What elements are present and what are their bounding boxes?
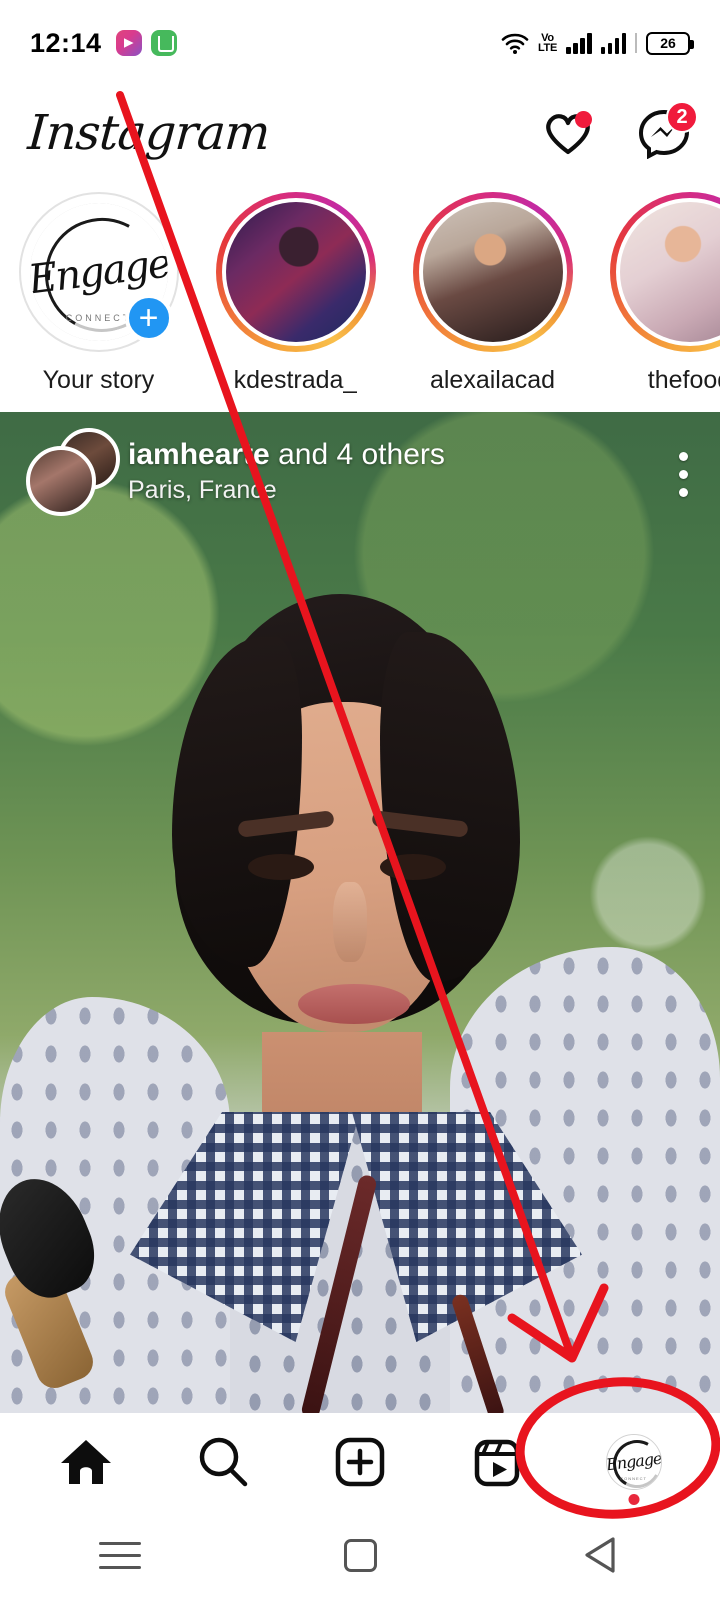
- header-actions: 2: [540, 105, 692, 161]
- status-bar-app-icons: [116, 30, 177, 56]
- nav-search[interactable]: [173, 1422, 273, 1502]
- story-inner: [616, 198, 720, 346]
- collab-avatars[interactable]: [26, 428, 124, 514]
- status-bar-indicators: VoLTE 26: [501, 31, 690, 55]
- nav-profile[interactable]: Engage CONNECT: [584, 1422, 684, 1502]
- your-story-ring: Engage CONNECT +: [19, 192, 179, 352]
- nav-reels[interactable]: [447, 1422, 547, 1502]
- messages-button[interactable]: 2: [636, 105, 692, 161]
- post-location[interactable]: Paris, France: [128, 476, 445, 505]
- story-alexailacad[interactable]: alexailacad: [394, 192, 591, 395]
- signal-icon: [601, 32, 627, 54]
- post-author-rest: and 4 others: [270, 438, 445, 471]
- story-ring: [216, 192, 376, 352]
- status-bar-clock: 12:14: [30, 28, 102, 59]
- thefood-avatar: [620, 202, 720, 342]
- system-navigation-bar: [0, 1510, 720, 1600]
- signal-icon: [566, 32, 592, 54]
- post-author-line[interactable]: iamhearte and 4 others: [128, 438, 445, 472]
- home-icon: [57, 1433, 115, 1491]
- profile-notification-dot: [628, 1494, 639, 1505]
- story-ring: [413, 192, 573, 352]
- nav-create[interactable]: [310, 1422, 410, 1502]
- post-author-primary[interactable]: iamhearte: [128, 438, 270, 471]
- story-inner: [419, 198, 567, 346]
- search-icon: [194, 1433, 252, 1491]
- add-story-button[interactable]: +: [125, 294, 173, 342]
- kdestrada-avatar: [226, 202, 366, 342]
- bottom-navigation: Engage CONNECT: [0, 1413, 720, 1510]
- feed-post[interactable]: iamhearte and 4 others Paris, France: [0, 412, 720, 1417]
- battery-percent: 26: [660, 35, 676, 51]
- status-divider: [635, 33, 637, 53]
- messages-badge: 2: [666, 101, 698, 133]
- story-label: thefood: [648, 366, 720, 395]
- status-bar: 12:14 VoLTE 26: [0, 0, 720, 86]
- story-label: Your story: [43, 366, 155, 395]
- system-recents-button[interactable]: [60, 1525, 180, 1585]
- home-square-icon: [344, 1539, 377, 1572]
- stories-tray[interactable]: Engage CONNECT + Your story kdestrada_ a…: [0, 180, 720, 412]
- alexailacad-avatar: [423, 202, 563, 342]
- story-label: kdestrada_: [234, 366, 358, 395]
- story-ring: [610, 192, 720, 352]
- activity-unread-dot: [575, 111, 592, 128]
- battery-icon: 26: [646, 32, 690, 55]
- instagram-logo[interactable]: Instagram: [26, 105, 271, 161]
- collab-avatar-2: [26, 446, 96, 516]
- post-meta: iamhearte and 4 others Paris, France: [128, 438, 445, 505]
- plus-square-icon: [331, 1433, 389, 1491]
- recents-icon: [99, 1542, 141, 1569]
- more-options-icon[interactable]: [679, 446, 694, 497]
- wifi-icon: [501, 31, 529, 55]
- story-your-story[interactable]: Engage CONNECT + Your story: [0, 192, 197, 395]
- activity-button[interactable]: [540, 105, 596, 161]
- story-thefood[interactable]: thefood: [591, 192, 720, 395]
- nav-home[interactable]: [36, 1422, 136, 1502]
- story-kdestrada[interactable]: kdestrada_: [197, 192, 394, 395]
- volte-indicator: VoLTE: [538, 33, 557, 53]
- app-header: Instagram 2: [0, 86, 720, 180]
- system-home-button[interactable]: [300, 1525, 420, 1585]
- story-inner: [222, 198, 370, 346]
- back-triangle-icon: [580, 1534, 620, 1576]
- reels-icon: [468, 1433, 526, 1491]
- shopping-app-icon: [151, 30, 177, 56]
- post-header: iamhearte and 4 others Paris, France: [0, 428, 720, 514]
- profile-avatar-icon[interactable]: Engage CONNECT: [606, 1434, 662, 1490]
- gallery-app-icon: [116, 30, 142, 56]
- system-back-button[interactable]: [540, 1525, 660, 1585]
- story-label: alexailacad: [430, 366, 555, 395]
